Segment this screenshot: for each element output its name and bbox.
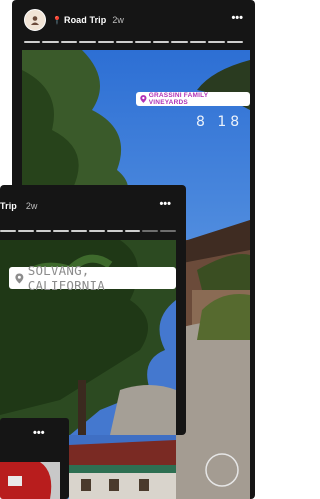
more-options-button[interactable]: ••• [33,427,45,439]
story-card-solvang[interactable]: Trip 2w ••• SOLVANG, CALIFORNIA [0,185,186,435]
person-icon [31,16,39,25]
location-label: GRASSINI FAMILY VINEYARDS [148,92,209,106]
pin-icon: 📍 [52,15,62,25]
location-label: SOLVANG, CALIFORNIA [27,263,105,293]
progress-segment [208,41,225,43]
progress-segment [0,230,16,232]
avatar[interactable] [24,9,46,31]
progress-segment [53,230,70,232]
progress-segment [152,41,170,43]
story-header: Trip 2w [0,199,186,213]
story-time: 2w [25,201,38,211]
story-progress-bar [24,41,244,43]
progress-segment [79,41,96,43]
progress-segment [17,230,34,232]
story-card-third[interactable]: ••• [0,418,69,499]
location-pin-icon [15,273,24,283]
more-options-button[interactable]: ••• [159,198,171,210]
progress-segment [24,41,41,43]
progress-segment [42,41,59,43]
progress-segment [116,41,133,43]
progress-segment [60,41,78,43]
progress-segment [160,230,176,232]
background-building-strip [69,435,176,499]
progress-segment [171,41,188,43]
progress-segment [124,230,141,232]
story-title[interactable]: Road Trip [64,15,106,25]
progress-segment [226,41,244,43]
progress-segment [88,230,105,232]
progress-segment [71,230,87,232]
progress-segment [189,41,207,43]
location-sticker[interactable]: SOLVANG, CALIFORNIA [9,263,176,293]
progress-segment [142,230,159,232]
story-time: 2w [112,15,124,25]
progress-segment [134,41,151,43]
progress-segment [106,230,123,232]
red-building-photo [0,462,60,499]
progress-segment [35,230,52,232]
location-pin-icon [140,95,147,103]
location-sticker[interactable]: GRASSINI FAMILY VINEYARDS [136,92,250,106]
story-photo [0,462,60,499]
more-options-button[interactable]: ••• [231,12,243,24]
story-title[interactable]: Trip [0,201,17,211]
building-photo [69,435,176,499]
temperature-sticker[interactable]: 8 18 [196,114,243,130]
story-photo: SOLVANG, CALIFORNIA [0,240,176,435]
story-progress-bar [0,230,176,232]
story-header: 📍 Road Trip 2w [24,9,255,31]
progress-segment [97,41,115,43]
